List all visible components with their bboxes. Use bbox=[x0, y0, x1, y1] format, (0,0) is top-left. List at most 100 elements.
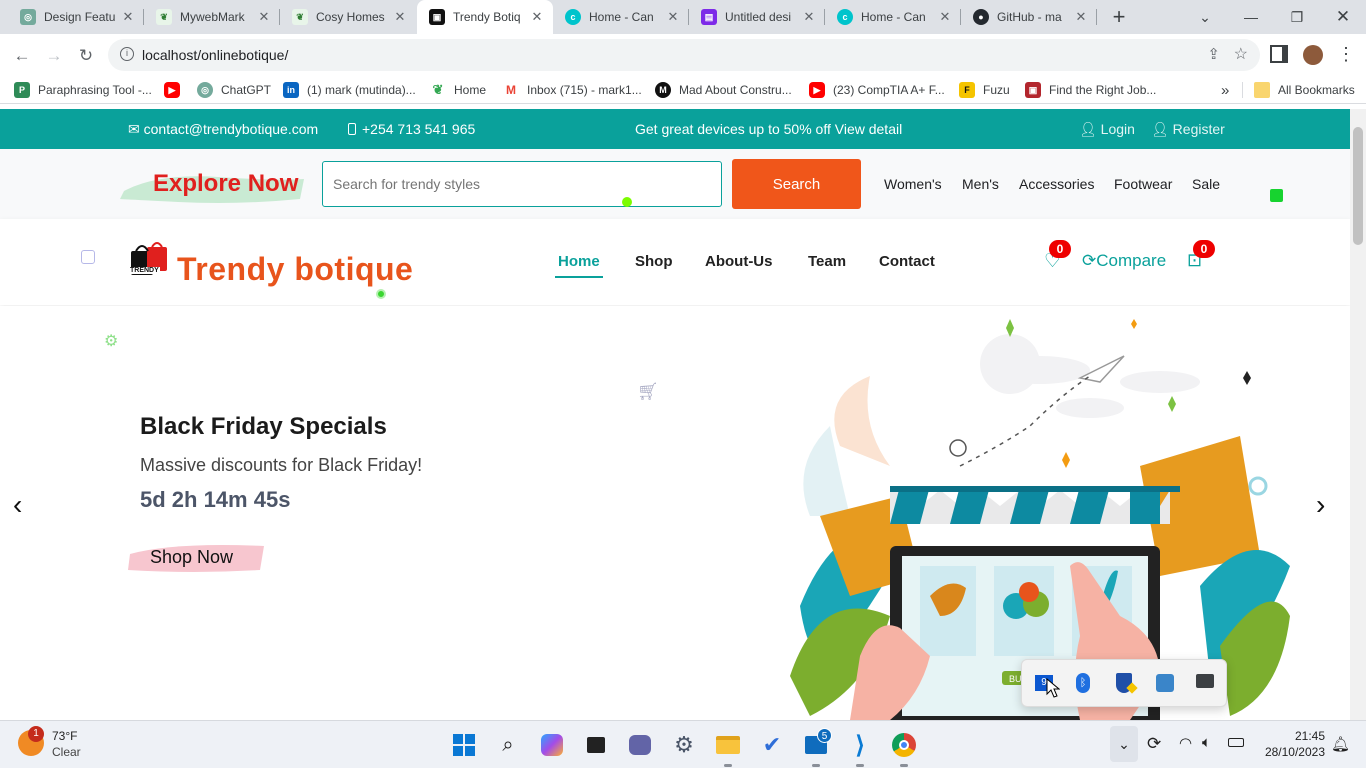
clock-time[interactable]: 21:45 bbox=[1261, 729, 1325, 743]
phone-contact[interactable]: +254 713 541 965 bbox=[348, 121, 475, 137]
bookmark-label: Home bbox=[454, 83, 487, 97]
start-windows-icon[interactable] bbox=[450, 731, 478, 759]
nav-link-about-us[interactable]: About-Us bbox=[705, 253, 773, 270]
category-footwear[interactable]: Footwear bbox=[1114, 176, 1172, 192]
bookmark-home[interactable]: ❦ Home bbox=[430, 81, 486, 99]
tab-mywebmark[interactable]: ❦ MywebMark ✕ bbox=[144, 0, 280, 34]
file-explorer-icon[interactable] bbox=[714, 731, 742, 759]
tab-trendy-botique[interactable]: ▣ Trendy Botiq ✕ bbox=[417, 0, 553, 34]
network-adapter-icon[interactable] bbox=[1156, 674, 1174, 692]
tab-title: MywebMark bbox=[180, 10, 245, 24]
menu-kebab-icon[interactable]: ⋮ bbox=[1337, 44, 1355, 65]
category-mens[interactable]: Men's bbox=[962, 176, 999, 192]
bookmark-fuzu[interactable]: F Fuzu bbox=[959, 81, 1010, 99]
logo-bag-icon[interactable]: TRENDY bbox=[129, 241, 169, 281]
bookmark-linkedin[interactable]: in (1) mark (mutinda)... bbox=[283, 81, 416, 99]
nav-link-home[interactable]: Home bbox=[558, 253, 600, 270]
settings-gear-icon[interactable]: ⚙ bbox=[670, 731, 698, 759]
tab-design-features[interactable]: ◎ Design Featu ✕ bbox=[8, 0, 144, 34]
chrome-icon[interactable] bbox=[890, 731, 918, 759]
new-tab-button[interactable]: + bbox=[1106, 5, 1132, 29]
tab-cosy-homes[interactable]: ❦ Cosy Homes ✕ bbox=[280, 0, 416, 34]
info-icon[interactable]: i bbox=[120, 47, 134, 61]
close-icon[interactable]: ✕ bbox=[801, 9, 817, 25]
bookmark-mad-about[interactable]: M Mad About Constru... bbox=[655, 81, 792, 99]
forward-icon[interactable]: → bbox=[40, 42, 68, 70]
minimize-button[interactable]: — bbox=[1228, 0, 1274, 34]
reload-icon[interactable]: ↻ bbox=[72, 42, 100, 70]
battery-icon[interactable] bbox=[1228, 738, 1244, 747]
star-icon[interactable]: ☆ bbox=[1234, 44, 1248, 64]
slider-next-arrow[interactable]: › bbox=[1316, 489, 1325, 521]
explore-now-button[interactable]: Explore Now bbox=[153, 170, 298, 198]
bookmark-paraphrasing[interactable]: P Paraphrasing Tool -... bbox=[14, 81, 152, 99]
search-icon[interactable]: ⌕ bbox=[494, 731, 522, 759]
todo-check-icon[interactable]: ✔ bbox=[758, 731, 786, 759]
compare-link[interactable]: ⟳Compare bbox=[1082, 251, 1166, 271]
tab-search-chevron-icon[interactable]: ⌄ bbox=[1182, 0, 1228, 34]
display-icon[interactable] bbox=[1196, 674, 1214, 688]
profile-avatar[interactable] bbox=[1303, 45, 1323, 65]
bookmark-label: ChatGPT bbox=[221, 83, 272, 97]
close-window-button[interactable]: ✕ bbox=[1320, 0, 1366, 34]
task-view-icon[interactable] bbox=[582, 731, 610, 759]
sync-status-icon[interactable]: ⟳ bbox=[1147, 734, 1161, 754]
search-input[interactable] bbox=[322, 161, 722, 207]
tray-overflow-chevron-icon[interactable]: ⌄ bbox=[1110, 726, 1138, 762]
windows-taskbar: 1 73°F Clear ⌕ ⚙ ✔ 5 ⟩ ⌄ ⟳ ◠ 🔈︎ 21:45 28… bbox=[0, 720, 1366, 768]
email-text: contact@trendybotique.com bbox=[143, 121, 319, 137]
teams-chat-icon[interactable] bbox=[626, 731, 654, 759]
login-link[interactable]: 👤︎ Login bbox=[1079, 121, 1135, 138]
address-bar[interactable]: i localhost/onlinebotique/ ⇪ ☆ bbox=[108, 39, 1260, 71]
bookmark-comptia[interactable]: ▶ (23) CompTIA A+ F... bbox=[809, 81, 945, 99]
close-icon[interactable]: ✕ bbox=[529, 9, 545, 25]
tab-title: Home - Can bbox=[861, 10, 926, 24]
close-icon[interactable]: ✕ bbox=[256, 9, 272, 25]
search-button[interactable]: Search bbox=[732, 159, 861, 209]
nav-link-team[interactable]: Team bbox=[808, 253, 846, 270]
back-icon[interactable]: ← bbox=[8, 42, 36, 70]
nav-link-contact[interactable]: Contact bbox=[879, 253, 935, 270]
register-link[interactable]: 👤︎ Register bbox=[1151, 121, 1225, 138]
category-accessories[interactable]: Accessories bbox=[1019, 176, 1094, 192]
brand-name[interactable]: Trendy botique bbox=[177, 251, 413, 288]
wifi-icon[interactable]: ◠ bbox=[1179, 734, 1192, 752]
category-womens[interactable]: Women's bbox=[884, 176, 942, 192]
bookmark-chatgpt[interactable]: ◎ ChatGPT bbox=[197, 81, 271, 99]
weather-desc[interactable]: Clear bbox=[52, 745, 81, 759]
tab-canva-home-2[interactable]: c Home - Can ✕ bbox=[825, 0, 961, 34]
tab-github[interactable]: ● GitHub - ma ✕ bbox=[961, 0, 1097, 34]
close-icon[interactable]: ✕ bbox=[937, 9, 953, 25]
tab-untitled-design[interactable]: ▤ Untitled desi ✕ bbox=[689, 0, 825, 34]
nav-link-shop[interactable]: Shop bbox=[635, 253, 673, 270]
close-icon[interactable]: ✕ bbox=[392, 9, 408, 25]
restore-button[interactable]: ❐ bbox=[1274, 0, 1320, 34]
tab-title: Trendy Botiq bbox=[453, 10, 521, 24]
vscode-icon[interactable]: ⟩ bbox=[846, 731, 874, 759]
category-sale[interactable]: Sale bbox=[1192, 176, 1220, 192]
volume-icon[interactable]: 🔈︎ bbox=[1202, 734, 1211, 751]
chatgpt-icon: ◎ bbox=[197, 82, 213, 98]
close-icon[interactable]: ✕ bbox=[665, 9, 681, 25]
bookmark-youtube[interactable]: ▶ bbox=[164, 81, 180, 99]
close-icon[interactable]: ✕ bbox=[1073, 9, 1089, 25]
all-bookmarks-button[interactable]: All Bookmarks bbox=[1254, 81, 1355, 99]
page-scrollbar[interactable] bbox=[1350, 109, 1366, 720]
bookmarks-overflow-button[interactable]: » bbox=[1221, 81, 1229, 99]
bookmark-gmail[interactable]: M Inbox (715) - mark1... bbox=[503, 81, 642, 99]
tab-canva-home[interactable]: c Home - Can ✕ bbox=[553, 0, 689, 34]
side-panel-icon[interactable] bbox=[1270, 45, 1288, 63]
scrollbar-thumb[interactable] bbox=[1353, 127, 1363, 245]
weather-temp[interactable]: 73°F bbox=[52, 729, 77, 743]
email-contact[interactable]: ✉ contact@trendybotique.com bbox=[128, 121, 318, 138]
copilot-icon[interactable] bbox=[538, 731, 566, 759]
shop-now-button[interactable]: Shop Now bbox=[150, 547, 233, 568]
promo-text[interactable]: Get great devices up to 50% off View det… bbox=[635, 121, 902, 137]
close-icon[interactable]: ✕ bbox=[120, 9, 136, 25]
bookmark-find-job[interactable]: ▣ Find the Right Job... bbox=[1025, 81, 1156, 99]
bluetooth-icon[interactable]: ᛒ bbox=[1076, 673, 1090, 693]
notification-bell-icon[interactable]: 🔔︎ bbox=[1331, 735, 1350, 753]
slider-prev-arrow[interactable]: ‹ bbox=[13, 489, 22, 521]
share-icon[interactable]: ⇪ bbox=[1207, 45, 1220, 63]
clock-date[interactable]: 28/10/2023 bbox=[1251, 745, 1325, 759]
